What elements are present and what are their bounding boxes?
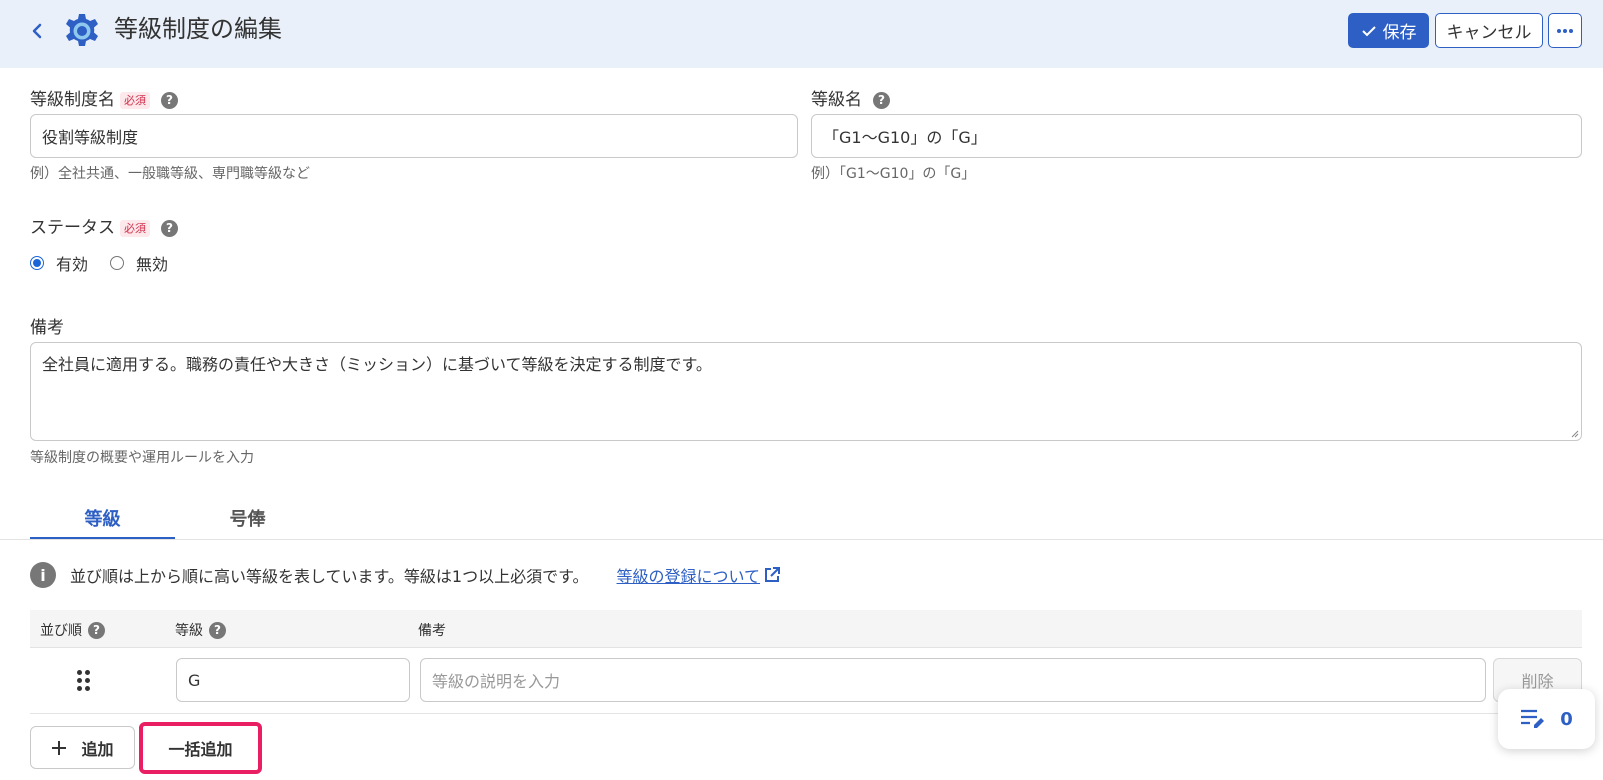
help-icon[interactable]: ? bbox=[88, 621, 105, 639]
grade-registration-link[interactable]: 等級の登録について bbox=[617, 563, 783, 587]
page-header: 等級制度の編集 保存 キャンセル bbox=[0, 0, 1603, 68]
remarks-value: 全社員に適用する。職務の責任や大きさ（ミッション）に基づいて等級を決定する制度で… bbox=[42, 355, 712, 374]
plus-icon bbox=[52, 740, 67, 755]
status-radio-active[interactable] bbox=[30, 256, 44, 270]
more-button[interactable] bbox=[1548, 13, 1582, 48]
add-button[interactable]: 追加 bbox=[30, 726, 135, 769]
column-remarks: 備考 bbox=[418, 620, 446, 640]
tab-grades[interactable]: 等級 bbox=[30, 505, 175, 539]
more-horizontal-icon bbox=[1557, 28, 1573, 33]
required-badge: 必須 bbox=[120, 91, 150, 109]
tab-salary-steps[interactable]: 号俸 bbox=[175, 505, 320, 539]
grade-remarks-input[interactable]: 等級の説明を入力 bbox=[420, 658, 1486, 702]
status-radio-group: 有効 無効 bbox=[30, 251, 168, 275]
add-label: 追加 bbox=[81, 739, 114, 759]
help-icon[interactable]: ? bbox=[873, 91, 890, 109]
chevron-left-icon bbox=[32, 23, 42, 39]
column-order-label: 並び順 bbox=[40, 623, 82, 639]
system-name-label: 等級制度名 bbox=[30, 90, 115, 110]
gear-icon bbox=[66, 14, 98, 46]
help-icon[interactable]: ? bbox=[161, 91, 178, 109]
link-text: 等級の登録について bbox=[616, 567, 761, 586]
grades-table-header: 並び順 ? 等級 ? 備考 bbox=[30, 610, 1582, 648]
status-radio-inactive[interactable] bbox=[110, 256, 125, 270]
grade-name-label-row: 等級名 ? bbox=[811, 89, 890, 111]
column-remarks-label: 備考 bbox=[418, 623, 446, 639]
system-name-hint: 例）全社共通、一般職等級、専門職等級など bbox=[30, 166, 310, 182]
edit-list-icon bbox=[1521, 709, 1545, 728]
grade-input[interactable]: G bbox=[176, 658, 410, 702]
column-order: 並び順 ? bbox=[40, 620, 105, 640]
external-link-icon bbox=[765, 567, 781, 582]
notes-counter-button[interactable]: 0 bbox=[1498, 689, 1595, 749]
info-icon: i bbox=[30, 562, 56, 588]
info-text: 並び順は上から順に高い等級を表しています。等級は1つ以上必須です。 bbox=[70, 567, 589, 586]
status-option-active-label[interactable]: 有効 bbox=[56, 251, 88, 275]
remarks-hint: 等級制度の概要や運用ルールを入力 bbox=[30, 450, 254, 466]
grade-name-hint: 例）「G1〜G10」の「G」 bbox=[811, 166, 976, 182]
save-button[interactable]: 保存 bbox=[1348, 13, 1429, 48]
back-button[interactable] bbox=[24, 16, 50, 46]
system-name-value: 役割等級制度 bbox=[42, 128, 139, 147]
grade-name-value: 「G1〜G10」の「G」 bbox=[823, 128, 987, 147]
grade-name-label: 等級名 bbox=[811, 90, 862, 110]
bulk-add-button[interactable]: 一括追加 bbox=[139, 722, 262, 774]
remarks-label-row: 備考 bbox=[30, 317, 64, 339]
column-grade-label: 等級 bbox=[175, 623, 203, 639]
table-row: G 等級の説明を入力 削除 bbox=[30, 648, 1582, 714]
help-icon[interactable]: ? bbox=[209, 621, 226, 639]
status-label: ステータス bbox=[30, 218, 115, 238]
system-name-input[interactable]: 役割等級制度 bbox=[30, 114, 798, 158]
check-icon bbox=[1361, 25, 1376, 36]
info-message: i 並び順は上から順に高い等級を表しています。等級は1つ以上必須です。 等級の登… bbox=[30, 562, 782, 588]
help-icon[interactable]: ? bbox=[161, 219, 178, 237]
status-label-row: ステータス 必須 ? bbox=[30, 217, 178, 239]
system-name-label-row: 等級制度名 必須 ? bbox=[30, 89, 178, 111]
column-grade: 等級 ? bbox=[175, 620, 226, 640]
tabs-divider bbox=[0, 539, 1603, 540]
status-option-inactive-label[interactable]: 無効 bbox=[136, 251, 168, 275]
save-label: 保存 bbox=[1382, 23, 1417, 43]
page-title: 等級制度の編集 bbox=[114, 15, 282, 43]
remarks-label: 備考 bbox=[30, 318, 64, 338]
grade-remarks-placeholder: 等級の説明を入力 bbox=[432, 672, 561, 691]
drag-handle-icon[interactable] bbox=[77, 670, 91, 692]
cancel-button[interactable]: キャンセル bbox=[1435, 13, 1543, 48]
grade-value: G bbox=[188, 670, 201, 690]
grade-name-input[interactable]: 「G1〜G10」の「G」 bbox=[811, 114, 1582, 158]
remarks-textarea[interactable]: 全社員に適用する。職務の責任や大きさ（ミッション）に基づいて等級を決定する制度で… bbox=[30, 342, 1582, 441]
required-badge: 必須 bbox=[120, 219, 150, 237]
notes-count: 0 bbox=[1560, 708, 1573, 730]
resize-handle-icon[interactable] bbox=[1570, 429, 1579, 438]
